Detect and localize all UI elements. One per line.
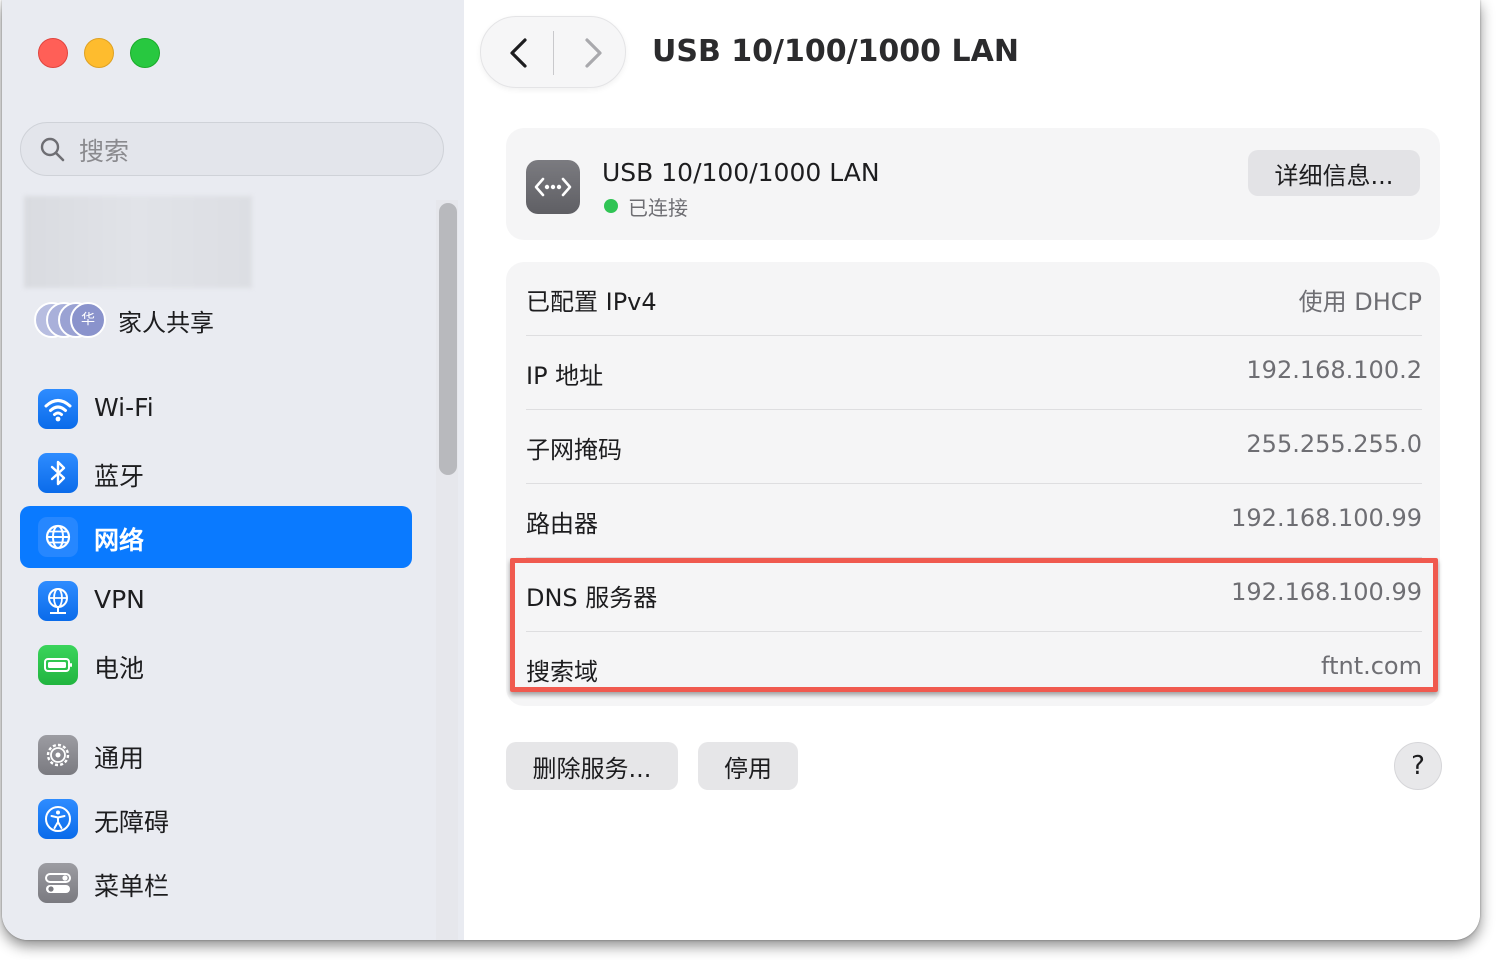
sidebar-item-accessibility[interactable]: 无障碍 bbox=[20, 788, 412, 850]
gear-icon bbox=[38, 735, 78, 775]
battery-icon bbox=[38, 645, 78, 685]
info-value: 192.168.100.2 bbox=[1246, 356, 1422, 384]
info-label: 路由器 bbox=[526, 510, 598, 538]
sidebar-item-label: 通用 bbox=[94, 744, 145, 773]
apple-account-profile[interactable] bbox=[24, 196, 252, 288]
service-card: USB 10/100/1000 LAN 已连接 详细信息... bbox=[506, 128, 1440, 240]
sidebar-item-network[interactable]: 网络 bbox=[20, 506, 412, 568]
accessibility-icon bbox=[38, 799, 78, 839]
history-navigation bbox=[480, 16, 626, 88]
info-label: IP 地址 bbox=[526, 362, 604, 390]
info-value: 192.168.100.99 bbox=[1231, 504, 1422, 532]
sidebar-item-label: 菜单栏 bbox=[94, 872, 170, 901]
sidebar-item-label: Wi-Fi bbox=[94, 393, 154, 422]
toggles-icon bbox=[38, 863, 78, 903]
help-button[interactable]: ? bbox=[1394, 742, 1442, 790]
minimize-window-button[interactable] bbox=[84, 38, 114, 68]
search-input[interactable] bbox=[77, 131, 421, 171]
info-row-subnet-mask: 子网掩码 255.255.255.0 bbox=[526, 410, 1422, 484]
sidebar-item-bluetooth[interactable]: 蓝牙 bbox=[20, 442, 412, 504]
main-content: USB 10/100/1000 LAN USB 10/100/1000 LAN … bbox=[464, 0, 1480, 940]
info-label: 已配置 IPv4 bbox=[526, 288, 657, 316]
forward-chevron-icon[interactable] bbox=[573, 31, 613, 75]
service-name: USB 10/100/1000 LAN bbox=[602, 158, 880, 187]
close-window-button[interactable] bbox=[38, 38, 68, 68]
search-icon bbox=[40, 137, 65, 162]
globe-icon bbox=[38, 517, 78, 557]
info-value: 255.255.255.0 bbox=[1246, 430, 1422, 458]
settings-window: 华 家人共享 Wi-Fi 蓝牙 网络 bbox=[2, 0, 1480, 940]
zoom-window-button[interactable] bbox=[130, 38, 160, 68]
sidebar-item-wifi[interactable]: Wi-Fi bbox=[20, 378, 412, 440]
info-value: 使用 DHCP bbox=[1298, 288, 1422, 316]
sidebar: 华 家人共享 Wi-Fi 蓝牙 网络 bbox=[2, 0, 464, 940]
family-sharing-item[interactable]: 华 家人共享 bbox=[34, 300, 434, 340]
sidebar-item-vpn[interactable]: VPN bbox=[20, 570, 412, 632]
info-row-router: 路由器 192.168.100.99 bbox=[526, 484, 1422, 558]
remove-service-button[interactable]: 删除服务... bbox=[506, 742, 678, 790]
status-indicator bbox=[604, 199, 618, 213]
page-title: USB 10/100/1000 LAN bbox=[652, 34, 1019, 69]
info-row-ipv4: 已配置 IPv4 使用 DHCP bbox=[526, 262, 1422, 336]
back-chevron-icon[interactable] bbox=[499, 31, 539, 75]
sidebar-item-label: 无障碍 bbox=[94, 808, 170, 837]
connection-status: 已连接 bbox=[628, 196, 688, 220]
details-button[interactable]: 详细信息... bbox=[1248, 150, 1420, 196]
sidebar-item-general[interactable]: 通用 bbox=[20, 724, 412, 786]
sidebar-scrollbar-thumb[interactable] bbox=[439, 203, 457, 475]
avatar: 华 bbox=[70, 302, 106, 338]
wifi-icon bbox=[38, 389, 78, 429]
search-field[interactable] bbox=[20, 122, 444, 176]
vpn-globe-icon bbox=[38, 581, 78, 621]
disable-button[interactable]: 停用 bbox=[698, 742, 798, 790]
info-label: 子网掩码 bbox=[526, 436, 622, 464]
sidebar-item-battery[interactable]: 电池 bbox=[20, 634, 412, 696]
family-sharing-label: 家人共享 bbox=[118, 309, 214, 337]
family-avatars: 华 bbox=[34, 300, 114, 340]
sidebar-item-label: 网络 bbox=[94, 526, 145, 555]
sidebar-item-label: VPN bbox=[94, 585, 145, 614]
sidebar-item-label: 电池 bbox=[94, 654, 145, 683]
highlight-box bbox=[510, 558, 1438, 692]
divider bbox=[553, 31, 554, 75]
info-row-ip-address: IP 地址 192.168.100.2 bbox=[526, 336, 1422, 410]
bluetooth-icon bbox=[38, 453, 78, 493]
sidebar-item-menu-bar[interactable]: 菜单栏 bbox=[20, 852, 412, 914]
ethernet-icon bbox=[526, 160, 580, 214]
sidebar-item-label: 蓝牙 bbox=[94, 462, 145, 491]
